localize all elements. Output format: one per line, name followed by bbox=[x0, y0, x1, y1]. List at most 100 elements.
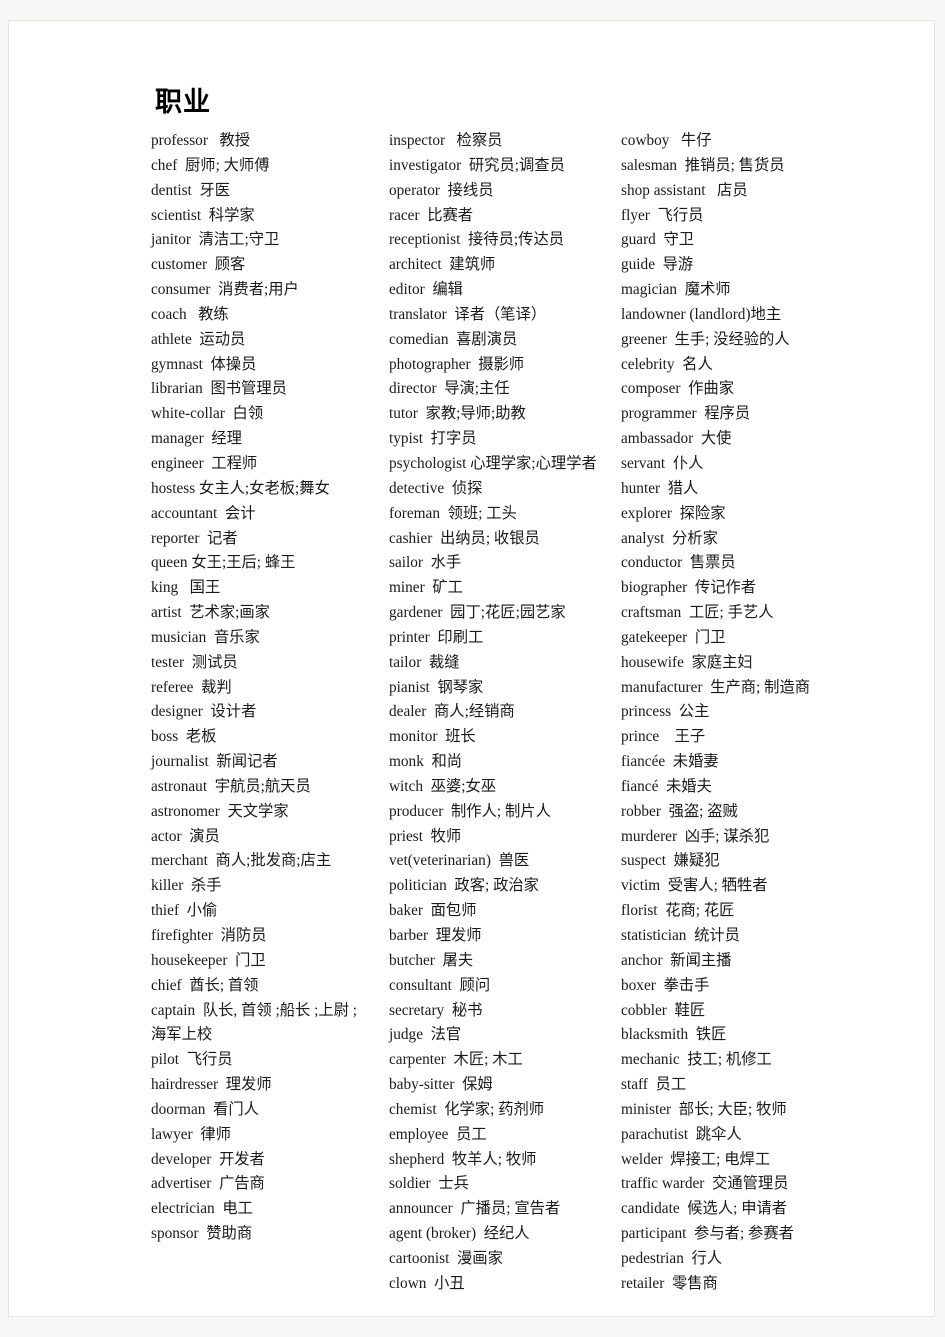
vocabulary-entry: announcer 广播员; 宣告者 bbox=[389, 1200, 561, 1218]
vocabulary-entry: manager 经理 bbox=[151, 430, 242, 448]
vocabulary-entry: monk 和尚 bbox=[389, 753, 463, 771]
vocabulary-entry: artist 艺术家;画家 bbox=[151, 604, 270, 622]
vocabulary-entry: janitor 清洁工;守卫 bbox=[151, 231, 280, 249]
vocabulary-entry: architect 建筑师 bbox=[389, 256, 496, 274]
vocabulary-column-1: 职业 professor 教授 chef 厨师; 大师傅 dentist 牙医 sci… bbox=[151, 83, 389, 1247]
vocabulary-entry: advertiser 广告商 bbox=[151, 1175, 265, 1193]
vocabulary-entry: servant 仆人 bbox=[621, 454, 704, 472]
vocabulary-entry: hunter 猎人 bbox=[621, 479, 699, 497]
vocabulary-entry: dentist 牙医 bbox=[151, 181, 231, 199]
vocabulary-entry: detective 侦探 bbox=[389, 479, 483, 497]
vocabulary-entry: designer 设计者 bbox=[151, 703, 257, 721]
vocabulary-entry: consultant 顾问 bbox=[389, 976, 491, 994]
vocabulary-entry: director 导演;主任 bbox=[389, 380, 510, 398]
vocabulary-entry: flyer 飞行员 bbox=[621, 206, 704, 224]
vocabulary-entry: magician 魔术师 bbox=[621, 281, 731, 299]
vocabulary-entry: racer 比赛者 bbox=[389, 206, 474, 224]
vocabulary-entry: celebrity 名人 bbox=[621, 355, 713, 373]
vocabulary-entry: gatekeeper 门卫 bbox=[621, 628, 726, 646]
vocabulary-entry: judge 法官 bbox=[389, 1026, 462, 1044]
vocabulary-entry: killer 杀手 bbox=[151, 877, 222, 895]
vocabulary-entry: dealer 商人;经销商 bbox=[389, 703, 515, 721]
vocabulary-entry: priest 牧师 bbox=[389, 827, 462, 845]
vocabulary-entry: minister 部长; 大臣; 牧师 bbox=[621, 1100, 787, 1118]
vocabulary-entry: baby-sitter 保姆 bbox=[389, 1076, 493, 1094]
vocabulary-entry: programmer 程序员 bbox=[621, 405, 751, 423]
vocabulary-entry: boss 老板 bbox=[151, 728, 217, 746]
vocabulary-entry: chef 厨师; 大师傅 bbox=[151, 156, 270, 174]
column-2-entries: inspector 检察员 investigator 研究员;调查员 operato… bbox=[389, 129, 621, 1297]
vocabulary-entry: merchant 商人;批发商;店主 bbox=[151, 852, 332, 870]
vocabulary-entry: sailor 水手 bbox=[389, 554, 462, 572]
vocabulary-entry: reporter 记者 bbox=[151, 529, 238, 547]
vocabulary-entry: monitor 班长 bbox=[389, 728, 476, 746]
vocabulary-entry: coach 教练 bbox=[151, 305, 229, 323]
vocabulary-entry: ambassador 大使 bbox=[621, 430, 732, 448]
vocabulary-entry: tester 测试员 bbox=[151, 653, 238, 671]
vocabulary-entry: hostess 女主人;女老板;舞女 bbox=[151, 479, 330, 497]
vocabulary-entry: professor 教授 bbox=[151, 132, 250, 149]
vocabulary-entry: guard 守卫 bbox=[621, 231, 695, 249]
column-1-entries: professor 教授 chef 厨师; 大师傅 dentist 牙医 scient… bbox=[151, 129, 389, 1247]
vocabulary-entry: athlete 运动员 bbox=[151, 330, 246, 348]
vocabulary-entry: tailor 裁缝 bbox=[389, 653, 460, 671]
vocabulary-entry: explorer 探险家 bbox=[621, 504, 726, 522]
page-title: 职业 bbox=[155, 87, 211, 118]
vocabulary-entry: retailer 零售商 bbox=[621, 1274, 718, 1292]
vocabulary-entry: producer 制作人; 制片人 bbox=[389, 802, 551, 820]
vocabulary-entry: tutor 家教;导师;助教 bbox=[389, 405, 526, 423]
vocabulary-entry: statistician 统计员 bbox=[621, 927, 740, 944]
vocabulary-entry: agent (broker) 经纪人 bbox=[389, 1225, 530, 1243]
vocabulary-entry: shop assistant 店员 bbox=[621, 181, 748, 199]
vocabulary-entry: cartoonist 漫画家 bbox=[389, 1249, 503, 1267]
vocabulary-column-2: inspector 检察员 investigator 研究员;调查员 operato… bbox=[389, 83, 621, 1297]
vocabulary-entry: staff 员工 bbox=[621, 1076, 687, 1094]
vocabulary-entry: developer 开发者 bbox=[151, 1150, 265, 1168]
vocabulary-entry: candidate 候选人; 申请者 bbox=[621, 1200, 788, 1218]
vocabulary-entry: firefighter 消防员 bbox=[151, 927, 267, 944]
vocabulary-entry: parachutist 跳伞人 bbox=[621, 1125, 742, 1143]
vocabulary-entry: barber 理发师 bbox=[389, 927, 482, 944]
vocabulary-entry: pianist 钢琴家 bbox=[389, 678, 484, 696]
vocabulary-entry: captain 队长, 首领 ;船长 ;上尉 ; 海军上校 bbox=[151, 1001, 358, 1044]
vocabulary-entry: mechanic 技工; 机修工 bbox=[621, 1051, 772, 1069]
vocabulary-entry: victim 受害人; 牺牲者 bbox=[621, 877, 768, 895]
vocabulary-entry: receptionist 接待员;传达员 bbox=[389, 231, 565, 249]
vocabulary-entry: housewife 家庭主妇 bbox=[621, 653, 753, 671]
vocabulary-entry: witch 巫婆;女巫 bbox=[389, 777, 497, 795]
vocabulary-entry: sponsor 赞助商 bbox=[151, 1225, 253, 1243]
vocabulary-entry: foreman 领班; 工头 bbox=[389, 504, 517, 522]
vocabulary-entry: baker 面包师 bbox=[389, 902, 477, 920]
column-3-entries: cowboy 牛仔 salesman 推销员; 售货员 shop assistant… bbox=[621, 129, 891, 1297]
vocabulary-entry: doorman 看门人 bbox=[151, 1100, 259, 1118]
vocabulary-entry: princess 公主 bbox=[621, 703, 710, 721]
vocabulary-entry: hairdresser 理发师 bbox=[151, 1076, 272, 1094]
vocabulary-entry: investigator 研究员;调查员 bbox=[389, 156, 565, 174]
vocabulary-entry: analyst 分析家 bbox=[621, 529, 718, 547]
vocabulary-entry: suspect 嫌疑犯 bbox=[621, 852, 720, 870]
vocabulary-entry: astronomer 天文学家 bbox=[151, 802, 289, 820]
vocabulary-entry: fiancé 未婚夫 bbox=[621, 777, 712, 795]
document-page: 职业 professor 教授 chef 厨师; 大师傅 dentist 牙医 sci… bbox=[8, 20, 935, 1317]
vocabulary-entry: typist 打字员 bbox=[389, 430, 477, 448]
vocabulary-entry: queen 女王;王后; 蜂王 bbox=[151, 554, 296, 572]
vocabulary-entry: greener 生手; 没经验的人 bbox=[621, 330, 790, 348]
vocabulary-entry: fiancée 未婚妻 bbox=[621, 753, 719, 771]
vocabulary-entry: photographer 摄影师 bbox=[389, 355, 525, 373]
vocabulary-entry: salesman 推销员; 售货员 bbox=[621, 156, 785, 174]
vocabulary-entry: miner 矿工 bbox=[389, 579, 463, 597]
vocabulary-entry: carpenter 木匠; 木工 bbox=[389, 1051, 523, 1069]
vocabulary-entry: cowboy 牛仔 bbox=[621, 132, 712, 149]
vocabulary-entry: housekeeper 门卫 bbox=[151, 951, 266, 969]
vocabulary-entry: scientist 科学家 bbox=[151, 206, 255, 224]
vocabulary-entry: editor 编辑 bbox=[389, 281, 463, 299]
vocabulary-entry: murderer 凶手; 谋杀犯 bbox=[621, 827, 770, 845]
vocabulary-column-3: cowboy 牛仔 salesman 推销员; 售货员 shop assistant… bbox=[621, 83, 891, 1297]
vocabulary-entry: printer 印刷工 bbox=[389, 628, 484, 646]
vocabulary-entry: secretary 秘书 bbox=[389, 1001, 483, 1019]
vocabulary-entry: psychologist 心理学家;心理学者 bbox=[389, 454, 597, 472]
vocabulary-entry: white-collar 白领 bbox=[151, 405, 264, 423]
vocabulary-entry: shepherd 牧羊人; 牧师 bbox=[389, 1150, 537, 1168]
vocabulary-entry: politician 政客; 政治家 bbox=[389, 877, 539, 895]
vocabulary-entry: traffic warder 交通管理员 bbox=[621, 1175, 789, 1193]
